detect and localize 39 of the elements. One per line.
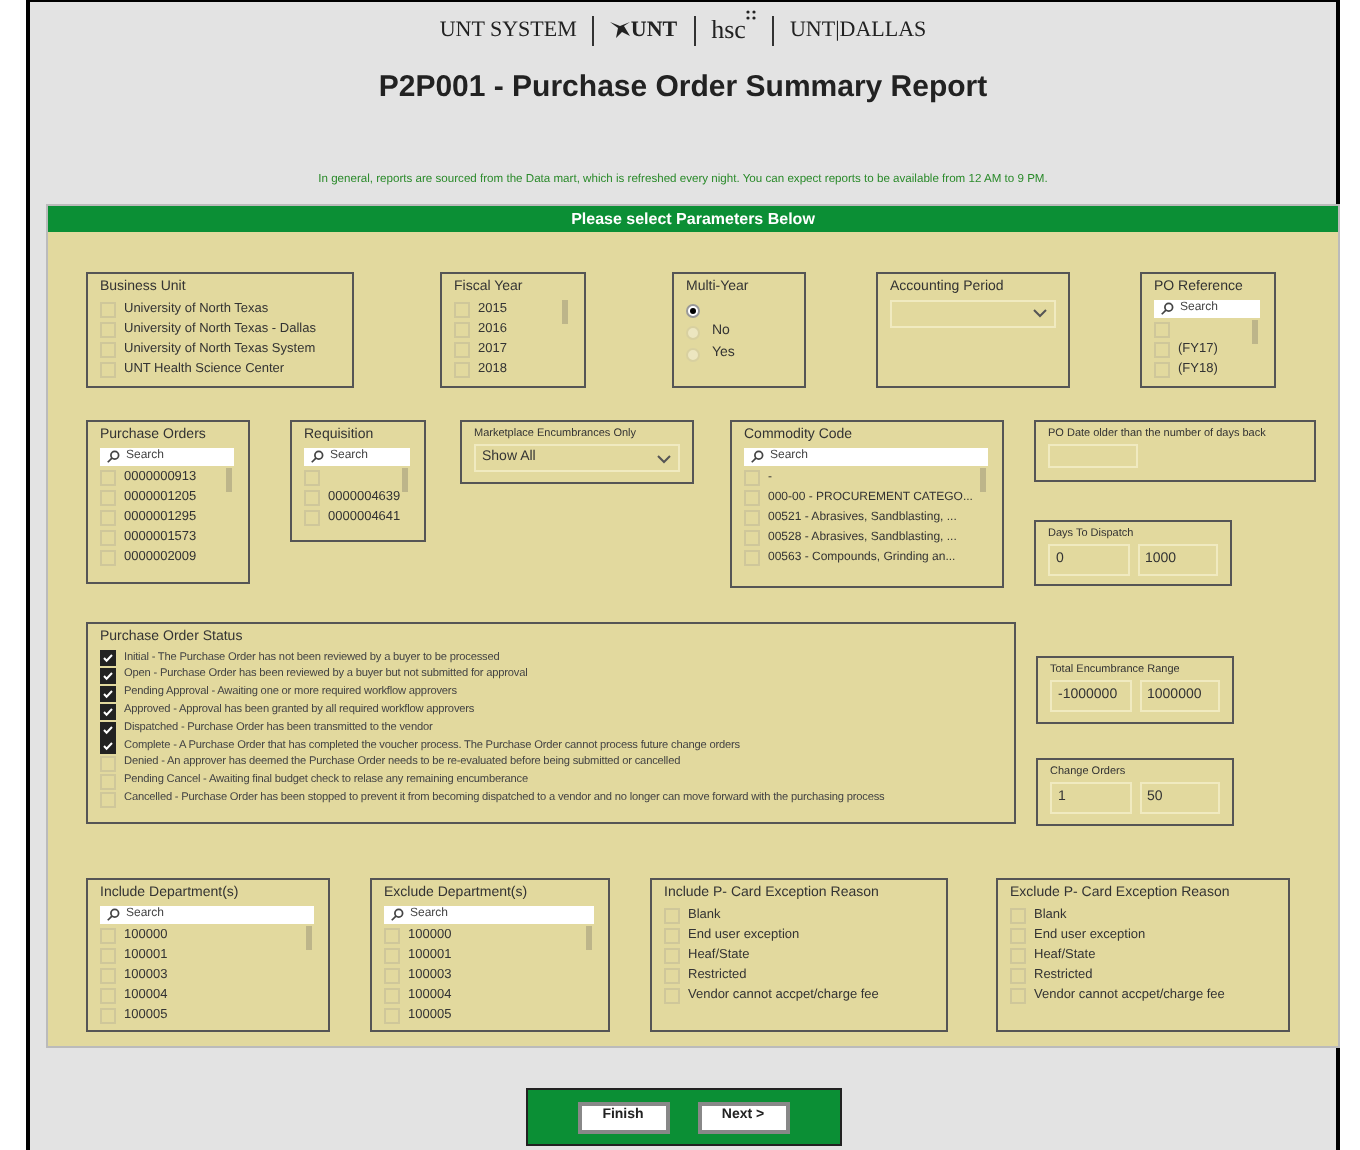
search-icon [310,449,324,464]
search-icon [390,907,404,922]
scrollbar[interactable] [306,925,312,950]
chevron-icon [1032,308,1048,319]
checkbox[interactable] [100,927,116,944]
checkbox[interactable] [100,738,116,755]
search-icon [750,449,764,464]
checkbox[interactable] [100,756,116,773]
checkbox[interactable] [100,703,116,720]
search-icon [1160,301,1174,316]
radio-button[interactable] [686,303,700,318]
radio-button[interactable] [686,347,700,362]
scrollbar[interactable] [1252,319,1258,344]
dropdown[interactable] [890,299,1056,328]
scrollbar[interactable] [402,467,408,492]
checkbox[interactable] [100,650,116,667]
report-title: P2P001 - Purchase Order Summary Report [378,68,988,108]
brand-logo: UNT SYSTEM [439,15,577,46]
checkbox[interactable] [744,469,760,486]
scrollbar[interactable] [586,925,592,950]
checkbox[interactable] [1154,321,1170,338]
input-field[interactable] [1048,444,1138,469]
search-icon [106,907,120,922]
scrollbar[interactable] [562,299,568,324]
chevron-icon [656,453,672,464]
checkbox[interactable] [384,927,400,944]
unt-logo: UNT [610,13,678,47]
panel-header: Please select Parameters Below [48,206,1338,233]
radio-button[interactable] [686,325,700,340]
checkbox[interactable] [100,721,116,738]
search-icon [106,449,120,464]
checkbox[interactable] [304,469,320,486]
scrollbar[interactable] [980,467,986,492]
checkbox[interactable] [100,469,116,486]
scrollbar[interactable] [226,467,232,492]
checkbox[interactable] [100,668,116,685]
brand-logo: UNT|DALLAS [789,15,927,46]
checkbox[interactable] [100,685,116,702]
hsc-logo: hsc [711,10,756,50]
